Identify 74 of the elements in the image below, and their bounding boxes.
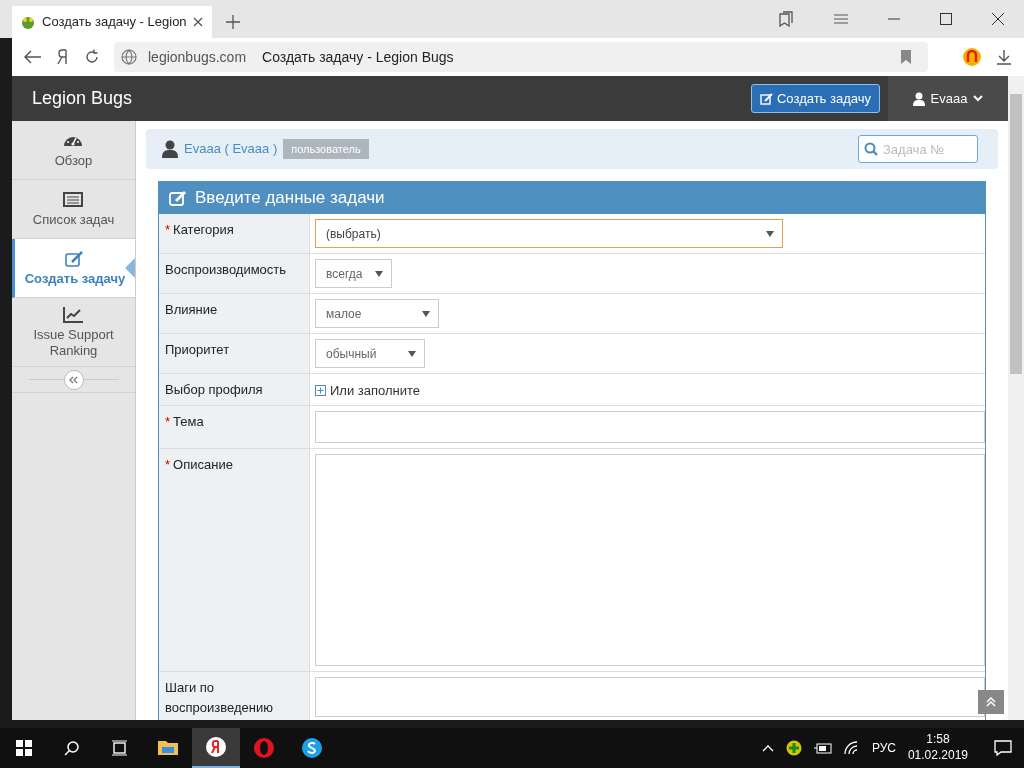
task-view-icon xyxy=(111,740,129,756)
field-label: * Описание xyxy=(159,449,310,671)
search-icon xyxy=(64,740,80,756)
dropdown[interactable]: всегда xyxy=(315,259,392,288)
scroll-top-button[interactable] xyxy=(978,690,1004,714)
url-domain: legionbugs.com xyxy=(148,47,247,67)
page-title: Создать задачу - Legion Bugs xyxy=(262,47,454,67)
field-label: Воспроизводимость xyxy=(159,254,310,293)
edit-icon xyxy=(64,249,86,267)
search-icon xyxy=(864,142,878,156)
list-icon xyxy=(63,190,84,208)
field-label: Влияние xyxy=(159,294,310,333)
notification-icon[interactable] xyxy=(994,740,1012,756)
collapse-button[interactable] xyxy=(63,369,84,390)
skype-icon xyxy=(301,737,323,759)
tab-title: Создать задачу - Legion xyxy=(42,13,187,32)
field-label: * Тема xyxy=(159,406,310,448)
extension-icon[interactable] xyxy=(962,47,982,67)
sidebar-item[interactable]: Создать задачу xyxy=(12,239,135,298)
brand-title[interactable]: Legion Bugs xyxy=(32,85,133,112)
bookmark-icon[interactable] xyxy=(900,49,912,65)
close-icon[interactable] xyxy=(992,13,1004,25)
fill-in-link[interactable]: Или заполните xyxy=(315,379,985,401)
globe-icon xyxy=(120,48,138,66)
edit-icon xyxy=(169,190,187,206)
reload-icon[interactable] xyxy=(84,49,100,65)
field-label: Выбор профиля xyxy=(159,374,310,405)
download-icon[interactable] xyxy=(996,49,1012,65)
caret-down-icon xyxy=(422,310,430,317)
plus-circle-icon[interactable] xyxy=(785,740,802,756)
double-chevron-up-icon xyxy=(986,697,996,707)
windows-icon xyxy=(16,740,32,756)
caret-down-icon xyxy=(408,350,416,357)
scrollbar[interactable] xyxy=(1008,76,1024,720)
opera-icon xyxy=(253,737,275,759)
clock-time[interactable]: 1:58 xyxy=(926,732,950,748)
user-menu[interactable]: Evaaa xyxy=(888,76,1008,121)
field-label: Приоритет xyxy=(159,334,310,373)
language-indicator[interactable]: РУС xyxy=(871,739,896,757)
input-field[interactable] xyxy=(315,411,985,443)
user-icon xyxy=(912,91,925,106)
dropdown[interactable]: (выбрать) xyxy=(315,219,783,248)
field-label: Шаги по воспроизведению xyxy=(159,672,310,720)
double-chevron-left-icon xyxy=(68,376,79,385)
dropdown[interactable]: малое xyxy=(315,299,439,328)
chevron-down-icon xyxy=(973,95,984,102)
wifi-icon[interactable] xyxy=(843,741,860,755)
plus-square-icon xyxy=(315,385,326,397)
pointer-arrow xyxy=(125,258,135,278)
role-label: пользователь xyxy=(283,138,369,160)
form-title: Введите данные задачи xyxy=(195,187,385,210)
browser-tab[interactable]: Создать задачу - Legion xyxy=(12,6,212,38)
maximize-icon[interactable] xyxy=(940,13,952,25)
sidebar-item[interactable]: Обзор xyxy=(12,121,135,180)
create-task-button[interactable]: Создать задачу xyxy=(751,83,880,114)
clock-date[interactable]: 01.02.2019 xyxy=(907,748,968,764)
user-icon xyxy=(162,140,178,158)
back-icon[interactable] xyxy=(24,50,42,64)
plus-icon[interactable] xyxy=(226,15,240,29)
bookmarks-icon[interactable] xyxy=(778,11,794,27)
field-label: * Категория xyxy=(159,214,310,253)
edit-icon xyxy=(760,92,773,105)
caret-down-icon xyxy=(766,230,774,237)
address-field[interactable]: legionbugs.com Создать задачу - Legion Bugs xyxy=(114,42,928,72)
taskbar-app[interactable] xyxy=(192,728,240,768)
caret-down-icon xyxy=(375,270,383,277)
yandex-browser-icon xyxy=(205,736,227,758)
battery-icon[interactable] xyxy=(813,742,832,754)
line-chart-icon xyxy=(63,306,84,323)
yandex-logo-icon[interactable] xyxy=(56,49,70,65)
chevron-up-icon[interactable] xyxy=(761,744,774,752)
dropdown[interactable]: обычный xyxy=(315,339,425,368)
close-icon[interactable] xyxy=(192,17,203,27)
task-search-field[interactable]: Задача № xyxy=(858,135,978,163)
